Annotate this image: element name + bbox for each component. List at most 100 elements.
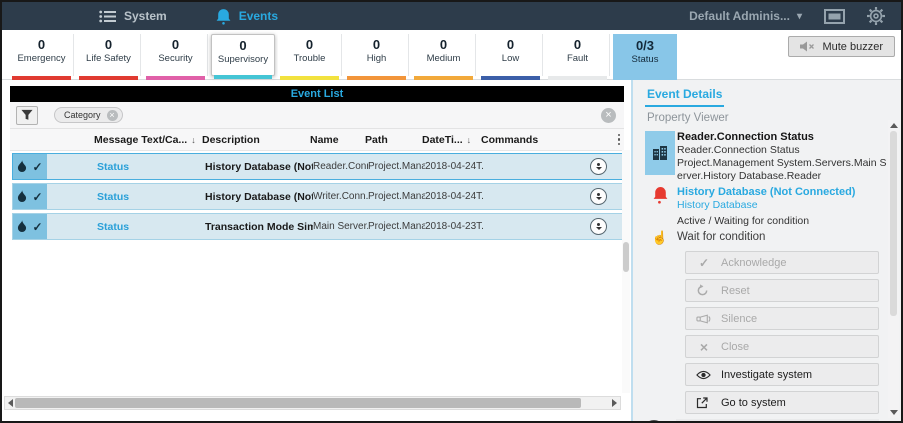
mute-buzzer-button[interactable]: Mute buzzer [788,36,895,57]
property-viewer-label[interactable]: Property Viewer [647,112,887,124]
source-title: Reader.Connection Status [677,131,887,144]
filter-chip-category[interactable]: Category [54,107,123,123]
counter-tile-low[interactable]: 0 Low [479,34,543,76]
row-command-button[interactable] [590,218,607,235]
counter-tile-status[interactable]: 0/3 Status [613,34,677,80]
event-subtitle[interactable]: History Database [677,199,887,212]
column-header-date[interactable]: DateTi... ↓ [422,134,481,146]
counter-tile-medium[interactable]: 0 Medium [412,34,476,76]
column-header-name[interactable]: Name [310,134,365,146]
nav-item-system[interactable]: System [99,9,167,23]
counter-tile-supervisory[interactable]: 0 Supervisory [211,34,275,76]
acknowledged-check-icon: ✓ [32,190,42,204]
close-event-button[interactable]: × Close [685,335,879,358]
event-name: Reader.Conn. [313,161,368,172]
counter-value: 0 [10,37,73,52]
event-name: Main Server.. [313,221,368,232]
counter-value: 0 [479,37,542,52]
scroll-left-icon[interactable] [8,399,13,407]
scroll-up-icon[interactable] [890,123,898,128]
event-path: Project.Mana [368,161,425,172]
counter-label: High [345,52,408,65]
event-category: Status [97,161,205,173]
sort-desc-icon: ↓ [191,135,196,145]
display-monitor-icon[interactable] [824,9,845,24]
counter-tile-life-safety[interactable]: 0 Life Safety [77,34,141,76]
source-path: Project.Management System.Servers.Main S… [677,157,887,183]
event-category: Status [97,221,205,233]
acknowledged-check-icon: ✓ [32,160,42,174]
go-to-system-button[interactable]: Go to system [685,391,879,414]
close-icon: × [696,339,712,355]
reset-arrow-icon [696,284,712,297]
event-state: Active / Waiting for condition [677,215,887,228]
event-severity-cell: ✓ [13,214,47,239]
flame-icon [17,190,27,203]
table-vertical-scrollbar[interactable] [622,150,630,393]
event-description: History Database (Not Co [205,191,313,203]
column-label: Commands [481,134,538,146]
counter-tile-trouble[interactable]: 0 Trouble [278,34,342,76]
column-header-commands[interactable]: Commands [481,134,624,146]
event-rows: ✓ Status History Database (Not Co Reader… [12,153,624,240]
counter-label: Supervisory [212,53,274,66]
scrollbar-thumb[interactable] [890,131,897,316]
counter-tile-emergency[interactable]: 0 Emergency [10,34,74,76]
details-expander[interactable]: ▲ Details [676,419,879,421]
event-list-title: Event List [10,86,624,102]
column-label: Name [310,134,339,146]
external-link-icon [696,397,712,409]
row-command-button[interactable] [590,158,607,175]
scroll-right-icon[interactable] [612,399,617,407]
event-list-panel: Event List Category Message Text/Ca... ↓ [2,80,631,421]
acknowledge-button[interactable]: ✓ Acknowledge [685,251,879,274]
counter-tile-high[interactable]: 0 High [345,34,409,76]
counter-label: Life Safety [77,52,140,65]
button-label: Silence [721,313,757,325]
scroll-down-icon[interactable] [890,410,898,415]
scrollbar-thumb[interactable] [15,398,581,408]
nav-system-label: System [124,9,167,23]
event-row[interactable]: ✓ Status Transaction Mode Simple Main Se… [12,213,624,240]
event-description: Transaction Mode Simple [205,221,313,233]
column-options-icon[interactable] [618,134,621,146]
event-row[interactable]: ✓ Status History Database (Not Co Writer… [12,183,624,210]
filter-funnel-button[interactable] [16,106,38,125]
hand-pointer-icon: ☝ [643,231,677,244]
counter-label: Low [479,52,542,65]
button-label: Close [721,341,749,353]
column-header-path[interactable]: Path [365,134,422,146]
column-label: DateTi... [422,134,463,146]
event-name: Writer.Conn.. [313,191,368,202]
building-icon [645,131,675,175]
reset-button[interactable]: Reset [685,279,879,302]
clear-filters-icon[interactable] [601,108,616,123]
remove-filter-icon[interactable] [107,110,118,121]
button-label: Acknowledge [721,257,786,269]
counter-tile-fault[interactable]: 0 Fault [546,34,610,76]
details-vertical-scrollbar[interactable] [888,120,899,418]
event-instruction: Wait for condition [677,231,887,244]
event-title[interactable]: History Database (Not Connected) [677,186,887,199]
silence-button[interactable]: Silence [685,307,879,330]
gear-icon[interactable] [867,7,885,25]
counter-value: 0 [345,37,408,52]
event-row[interactable]: ✓ Status History Database (Not Co Reader… [12,153,624,180]
info-icon[interactable]: i [643,420,665,421]
column-header-message[interactable]: Message Text/Ca... ↓ [94,134,202,146]
counter-label: Security [144,52,207,65]
table-horizontal-scrollbar[interactable] [4,396,621,410]
column-header-description[interactable]: Description [202,134,310,146]
row-command-button[interactable] [590,188,607,205]
nav-item-events[interactable]: Events [215,8,278,25]
event-category: Status [97,191,205,203]
counter-label: Trouble [278,52,341,65]
column-label: Message Text/Ca... [94,134,187,146]
column-label: Path [365,134,388,146]
tab-event-details[interactable]: Event Details [645,85,724,107]
investigate-system-button[interactable]: Investigate system [685,363,879,386]
user-menu[interactable]: Default Adminis... ▾ [689,9,802,23]
top-navigation-bar: System Events Default Adminis... ▾ [2,2,901,30]
counter-tile-security[interactable]: 0 Security [144,34,208,76]
event-date: 2018-04-24T. [425,161,484,172]
